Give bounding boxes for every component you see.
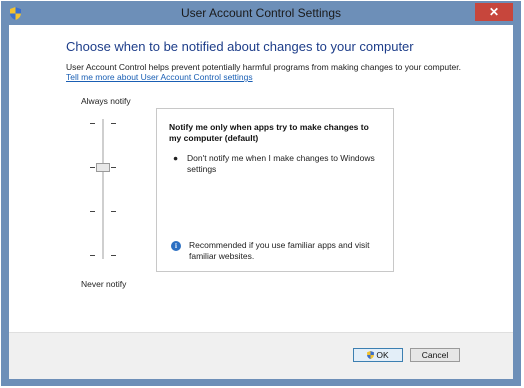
notification-level-slider[interactable] xyxy=(87,119,121,259)
page-heading: Choose when to be notified about changes… xyxy=(66,39,414,54)
slider-bottom-label: Never notify xyxy=(81,279,127,289)
ok-label: OK xyxy=(376,350,389,360)
close-button[interactable]: ✕ xyxy=(475,3,513,21)
recommendation-text: Recommended if you use familiar apps and… xyxy=(189,240,370,261)
uac-settings-window: User Account Control Settings ✕ Choose w… xyxy=(1,1,521,386)
title-bar[interactable]: User Account Control Settings ✕ xyxy=(2,2,520,25)
slider-tick xyxy=(111,255,116,256)
close-icon: ✕ xyxy=(488,5,500,19)
uac-shield-icon xyxy=(367,351,375,359)
slider-tick xyxy=(90,123,95,124)
slider-top-label: Always notify xyxy=(81,96,131,106)
bullet-icon: ● xyxy=(173,153,179,163)
level-description-panel: Notify me only when apps try to make cha… xyxy=(156,108,394,272)
slider-tick xyxy=(90,255,95,256)
cancel-button[interactable]: Cancel xyxy=(410,348,460,362)
level-title: Notify me only when apps try to make cha… xyxy=(169,122,369,143)
button-bar: OK Cancel xyxy=(9,332,513,379)
bullet-text: Don't notify me when I make changes to W… xyxy=(187,153,375,174)
slider-tick xyxy=(111,211,116,212)
slider-tick xyxy=(90,211,95,212)
slider-tick xyxy=(111,123,116,124)
description-text: User Account Control helps prevent poten… xyxy=(66,62,461,72)
window-title: User Account Control Settings xyxy=(180,6,342,20)
info-icon: i xyxy=(171,241,181,251)
slider-tick xyxy=(90,167,95,168)
ok-button[interactable]: OK xyxy=(353,348,403,362)
client-area: Choose when to be notified about changes… xyxy=(9,25,513,379)
slider-thumb[interactable] xyxy=(96,163,110,172)
slider-tick xyxy=(111,167,116,168)
learn-more-link[interactable]: Tell me more about User Account Control … xyxy=(66,72,253,82)
slider-track[interactable] xyxy=(102,119,104,259)
